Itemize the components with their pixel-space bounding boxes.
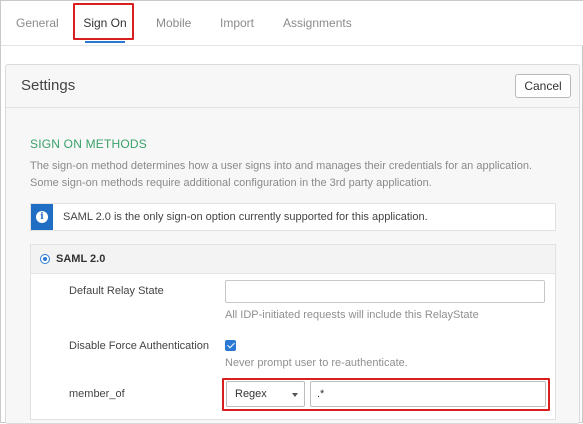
tab-mobile[interactable]: Mobile: [156, 1, 191, 45]
disable-force-auth-hint: Never prompt user to re-authenticate.: [225, 357, 408, 369]
info-callout: i SAML 2.0 is the only sign-on option cu…: [30, 203, 556, 231]
section-heading: SIGN ON METHODS: [30, 137, 148, 151]
tab-import[interactable]: Import: [220, 1, 254, 45]
member-of-label: member_of: [69, 388, 125, 400]
settings-header: Settings Cancel: [6, 65, 579, 108]
cancel-button[interactable]: Cancel: [515, 74, 571, 98]
default-relay-state-input[interactable]: [225, 280, 545, 303]
section-description: The sign-on method determines how a user…: [30, 160, 533, 189]
default-relay-state-hint: All IDP-initiated requests will include …: [225, 309, 479, 321]
highlight-box-member-of: [222, 378, 550, 411]
saml-option-header[interactable]: SAML 2.0: [31, 245, 555, 274]
info-strip: i: [31, 204, 53, 230]
disable-force-auth-label: Disable Force Authentication: [69, 340, 210, 352]
tab-bar: General Sign On Mobile Import Assignment…: [1, 1, 583, 46]
active-tab-indicator: [85, 41, 125, 43]
saml-option-label: SAML 2.0: [56, 253, 106, 265]
info-icon: i: [36, 211, 48, 223]
settings-card: Settings Cancel SIGN ON METHODS The sign…: [5, 64, 580, 424]
tab-assignments[interactable]: Assignments: [283, 1, 352, 45]
checkbox-checked-icon[interactable]: [225, 340, 236, 351]
app-frame: General Sign On Mobile Import Assignment…: [0, 0, 583, 424]
radio-selected-icon[interactable]: [40, 254, 50, 264]
settings-title: Settings: [21, 77, 76, 94]
info-message: SAML 2.0 is the only sign-on option curr…: [63, 211, 428, 223]
tab-general[interactable]: General: [16, 1, 59, 45]
highlight-box-sign-on-tab: [73, 3, 134, 40]
default-relay-state-label: Default Relay State: [69, 285, 164, 297]
